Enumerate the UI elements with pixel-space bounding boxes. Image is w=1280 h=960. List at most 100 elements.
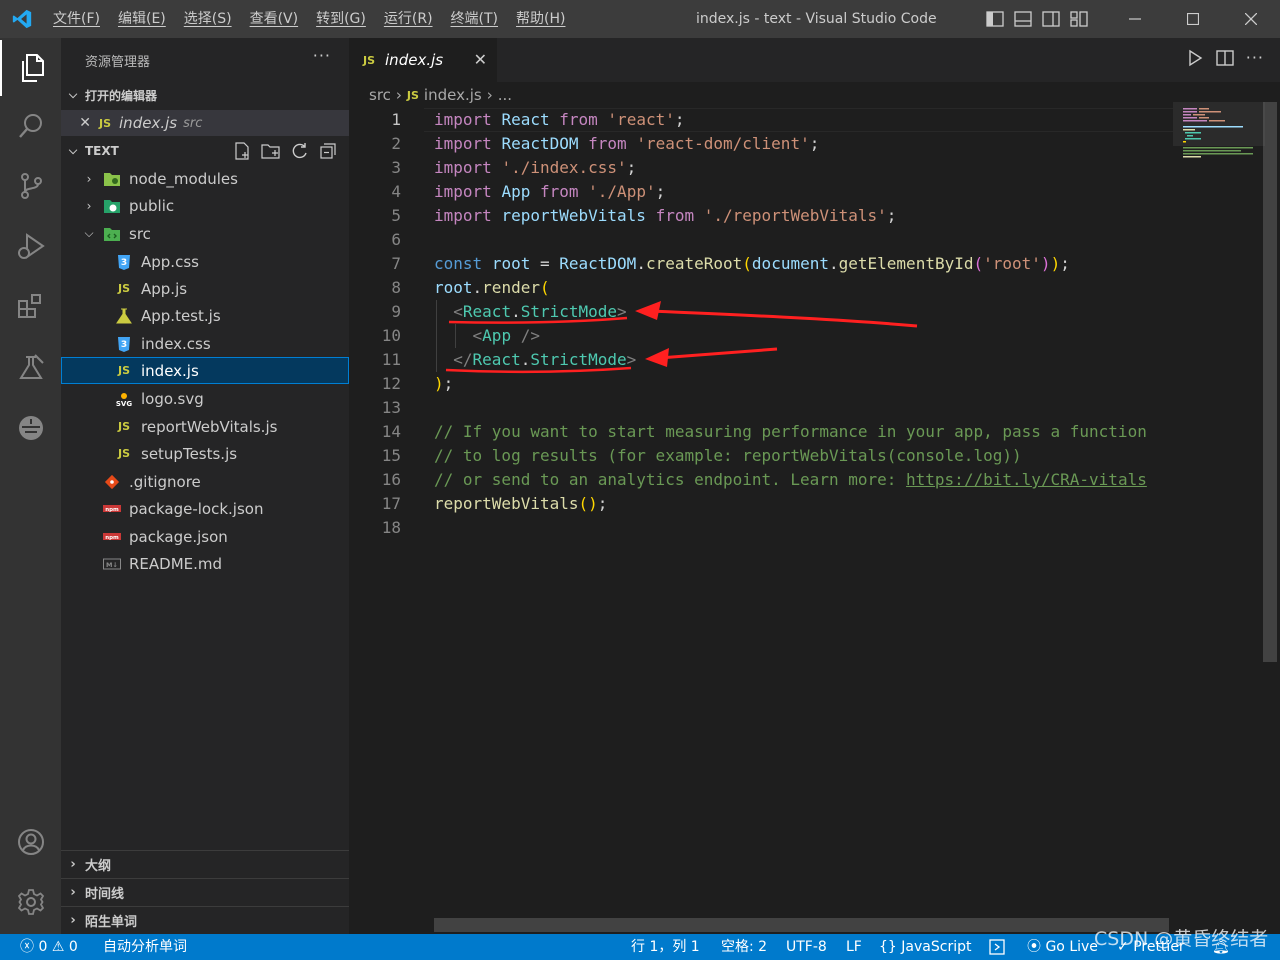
toggle-secondary-sidebar-icon[interactable] xyxy=(1040,8,1062,30)
tree-file-logo-svg[interactable]: SVG logo.svg xyxy=(61,385,349,412)
new-folder-icon[interactable] xyxy=(261,142,281,160)
accounts-icon[interactable] xyxy=(0,814,61,870)
tree-file-index-js[interactable]: JS index.js xyxy=(61,357,349,384)
node-modules-folder-icon xyxy=(103,170,121,188)
timeline-section[interactable]: › 时间线 xyxy=(61,878,349,906)
remote-icon[interactable] xyxy=(0,400,61,456)
explorer-toolbar xyxy=(233,142,337,160)
tree-file-app-test-js[interactable]: App.test.js xyxy=(61,302,349,329)
toggle-panel-icon[interactable] xyxy=(1012,8,1034,30)
eol-status[interactable]: LF xyxy=(846,934,862,960)
settings-gear-icon[interactable] xyxy=(0,874,61,930)
git-file-icon xyxy=(103,473,121,491)
customize-layout-icon[interactable] xyxy=(1068,8,1090,30)
minimap[interactable] xyxy=(1173,102,1265,922)
svg-text:npm: npm xyxy=(105,535,119,541)
unknown-words-section[interactable]: › 陌生单词 xyxy=(61,906,349,934)
tree-file-package-json[interactable]: npm package.json xyxy=(61,523,349,550)
tree-file-app-js[interactable]: JS App.js xyxy=(61,275,349,302)
npm-file-icon: npm xyxy=(103,528,121,546)
source-control-icon[interactable] xyxy=(0,158,61,214)
cursor-position[interactable]: 行 1，列 1 xyxy=(631,934,700,960)
menu-help[interactable]: 帮助(H) xyxy=(507,0,574,38)
tree-folder-node-modules[interactable]: › node_modules xyxy=(61,165,349,192)
svg-text:3: 3 xyxy=(121,340,127,350)
new-file-icon[interactable] xyxy=(233,142,251,160)
tree-file-index-css[interactable]: 3 index.css xyxy=(61,330,349,357)
horizontal-scrollbar[interactable] xyxy=(434,918,1169,932)
toggle-sidebar-icon[interactable] xyxy=(984,8,1006,30)
tree-folder-src[interactable]: ⌵ src xyxy=(61,220,349,247)
csdn-watermark: CSDN @黄昏终结者 xyxy=(1094,928,1269,950)
encoding-status[interactable]: UTF-8 xyxy=(786,934,827,960)
status-bar: ⓧ 0 ⚠ 0 自动分析单词 行 1，列 1 空格: 2 UTF-8 LF {}… xyxy=(0,934,1280,960)
underline-mark xyxy=(445,366,632,374)
menu-edit[interactable]: 编辑(E) xyxy=(109,0,175,38)
run-debug-icon[interactable] xyxy=(0,218,61,274)
language-mode[interactable]: {} JavaScript xyxy=(879,934,971,960)
chevron-right-icon: › xyxy=(70,913,76,928)
editor-area: JS index.js ✕ ··· src › JS index.js › ..… xyxy=(349,38,1280,934)
css-file-icon: 3 xyxy=(115,335,133,353)
minimize-icon[interactable] xyxy=(1106,0,1164,38)
chevron-right-icon: › xyxy=(86,171,92,186)
open-editors-header[interactable]: ⌵ 打开的编辑器 xyxy=(61,82,349,108)
tree-item-label: setupTests.js xyxy=(141,444,238,463)
explorer-sidebar: 资源管理器 ··· ⌵ 打开的编辑器 ✕ JS index.js src ⌵ T… xyxy=(61,38,349,934)
close-editor-icon[interactable]: ✕ xyxy=(61,115,91,131)
auto-analyze-status[interactable]: 自动分析单词 xyxy=(103,934,187,960)
markdown-file-icon: M↓ xyxy=(103,555,121,573)
underline-mark xyxy=(448,316,628,324)
tree-file-package-lock-json[interactable]: npm package-lock.json xyxy=(61,495,349,522)
tree-item-label: public xyxy=(129,196,175,215)
open-editor-item[interactable]: ✕ JS index.js src xyxy=(61,110,349,136)
go-live-button[interactable]: ⦿ Go Live xyxy=(1027,934,1098,960)
js-file-icon: JS xyxy=(117,364,130,377)
tree-item-label: App.css xyxy=(141,252,199,271)
tree-file-app-css[interactable]: 3 App.css xyxy=(61,248,349,275)
tree-file-gitignore[interactable]: .gitignore xyxy=(61,468,349,495)
tree-item-label: App.test.js xyxy=(141,306,221,325)
close-window-icon[interactable] xyxy=(1222,0,1280,38)
public-folder-icon xyxy=(103,197,121,215)
broadcast-icon: ⦿ xyxy=(1027,939,1041,955)
menu-terminal[interactable]: 终端(T) xyxy=(442,0,507,38)
menu-view[interactable]: 查看(V) xyxy=(241,0,308,38)
svg-text:3: 3 xyxy=(121,258,127,268)
tree-file-readme-md[interactable]: M↓ README.md xyxy=(61,550,349,577)
tree-file-reportwebvitals-js[interactable]: JS reportWebVitals.js xyxy=(61,413,349,440)
vscode-logo-icon[interactable] xyxy=(0,0,44,38)
svg-text:SVG: SVG xyxy=(116,400,132,407)
menu-file[interactable]: 文件(F) xyxy=(44,0,109,38)
maximize-icon[interactable] xyxy=(1164,0,1222,38)
testing-icon[interactable] xyxy=(0,340,61,396)
extensions-icon[interactable] xyxy=(0,278,61,334)
more-actions-icon[interactable]: ··· xyxy=(313,46,331,65)
error-icon: ⓧ xyxy=(20,939,34,955)
problems-status[interactable]: ⓧ 0 ⚠ 0 xyxy=(20,934,78,960)
menu-selection[interactable]: 选择(S) xyxy=(175,0,241,38)
tree-item-label: .gitignore xyxy=(129,472,201,491)
outline-section[interactable]: › 大纲 xyxy=(61,850,349,878)
tree-folder-public[interactable]: › public xyxy=(61,192,349,219)
refresh-icon[interactable] xyxy=(291,142,309,160)
vertical-scrollbar[interactable] xyxy=(1263,102,1277,662)
feedback-icon[interactable] xyxy=(989,934,1005,960)
activity-bar xyxy=(0,38,61,934)
chevron-right-icon: › xyxy=(70,857,76,872)
svg-file-icon: SVG xyxy=(115,390,133,408)
explorer-icon[interactable] xyxy=(0,40,61,96)
search-icon[interactable] xyxy=(0,98,61,154)
tree-file-setuptests-js[interactable]: JS setupTests.js xyxy=(61,440,349,467)
menu-go[interactable]: 转到(G) xyxy=(307,0,375,38)
tree-item-label: README.md xyxy=(129,554,223,573)
open-editor-folder: src xyxy=(183,115,203,131)
menu-run[interactable]: 运行(R) xyxy=(375,0,442,38)
arrow-line xyxy=(658,347,778,360)
folder-header[interactable]: ⌵ TEXT xyxy=(61,138,349,164)
collapse-all-icon[interactable] xyxy=(319,142,337,160)
layout-controls xyxy=(984,8,1090,30)
indentation-status[interactable]: 空格: 2 xyxy=(721,934,767,960)
npm-file-icon: npm xyxy=(103,500,121,518)
warning-count: 0 xyxy=(68,939,78,955)
